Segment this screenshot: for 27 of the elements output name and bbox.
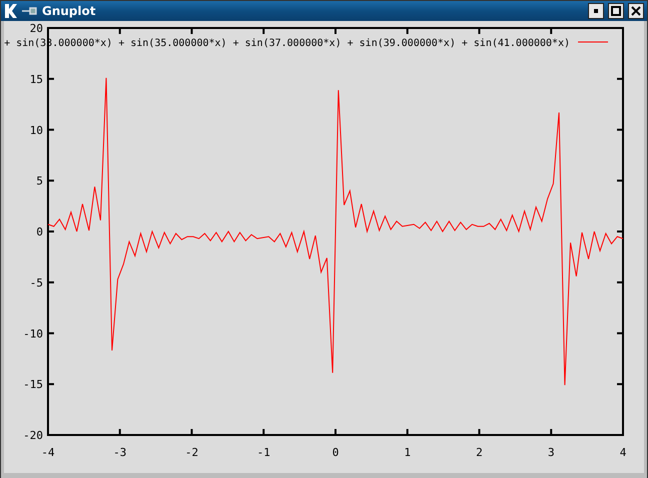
y-tick-label: 0 — [36, 226, 43, 238]
x-tick-label: 4 — [620, 446, 626, 459]
x-tick-label: -1 — [257, 446, 270, 459]
pin-icon[interactable] — [22, 7, 38, 15]
y-tick-label: 5 — [36, 174, 43, 188]
minimize-icon — [591, 6, 601, 16]
x-tick-label: -4 — [41, 446, 55, 459]
y-tick-label: -10 — [23, 327, 43, 340]
close-icon — [631, 6, 641, 16]
y-tick-label: -5 — [30, 276, 43, 290]
y-tick-label: 20 — [30, 22, 43, 35]
x-tick-label: -2 — [185, 446, 198, 459]
x-tick-label: 0 — [332, 446, 339, 459]
x-tick-label: 3 — [548, 446, 554, 459]
maximize-button[interactable] — [608, 3, 624, 19]
y-tick-label: 15 — [30, 72, 43, 86]
x-tick-label: 1 — [404, 446, 411, 459]
y-tick-label: -15 — [23, 378, 43, 392]
close-button[interactable] — [628, 3, 644, 19]
maximize-icon — [611, 6, 621, 16]
y-tick-label: 10 — [30, 124, 43, 137]
y-tick-label: -20 — [23, 429, 43, 442]
app-icon[interactable] — [4, 3, 18, 19]
window-title: Gnuplot — [42, 4, 97, 18]
minimize-button[interactable] — [588, 3, 604, 19]
x-tick-label: 2 — [476, 446, 483, 459]
x-tick-label: -3 — [113, 446, 126, 459]
